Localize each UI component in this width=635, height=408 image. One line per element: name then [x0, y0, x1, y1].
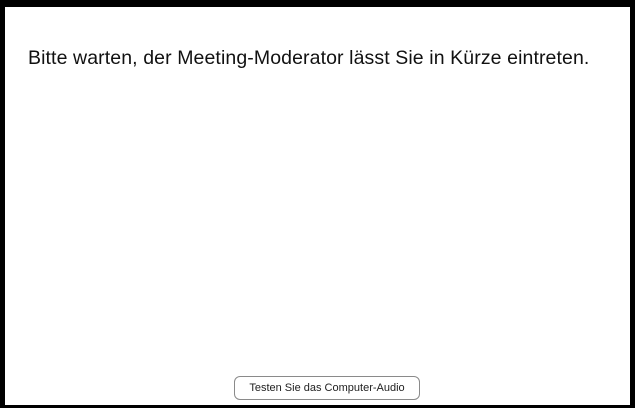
- waiting-room-window: Bitte warten, der Meeting-Moderator läss…: [0, 0, 635, 408]
- waiting-room-message: Bitte warten, der Meeting-Moderator läss…: [28, 47, 590, 69]
- test-computer-audio-button[interactable]: Testen Sie das Computer-Audio: [234, 376, 420, 400]
